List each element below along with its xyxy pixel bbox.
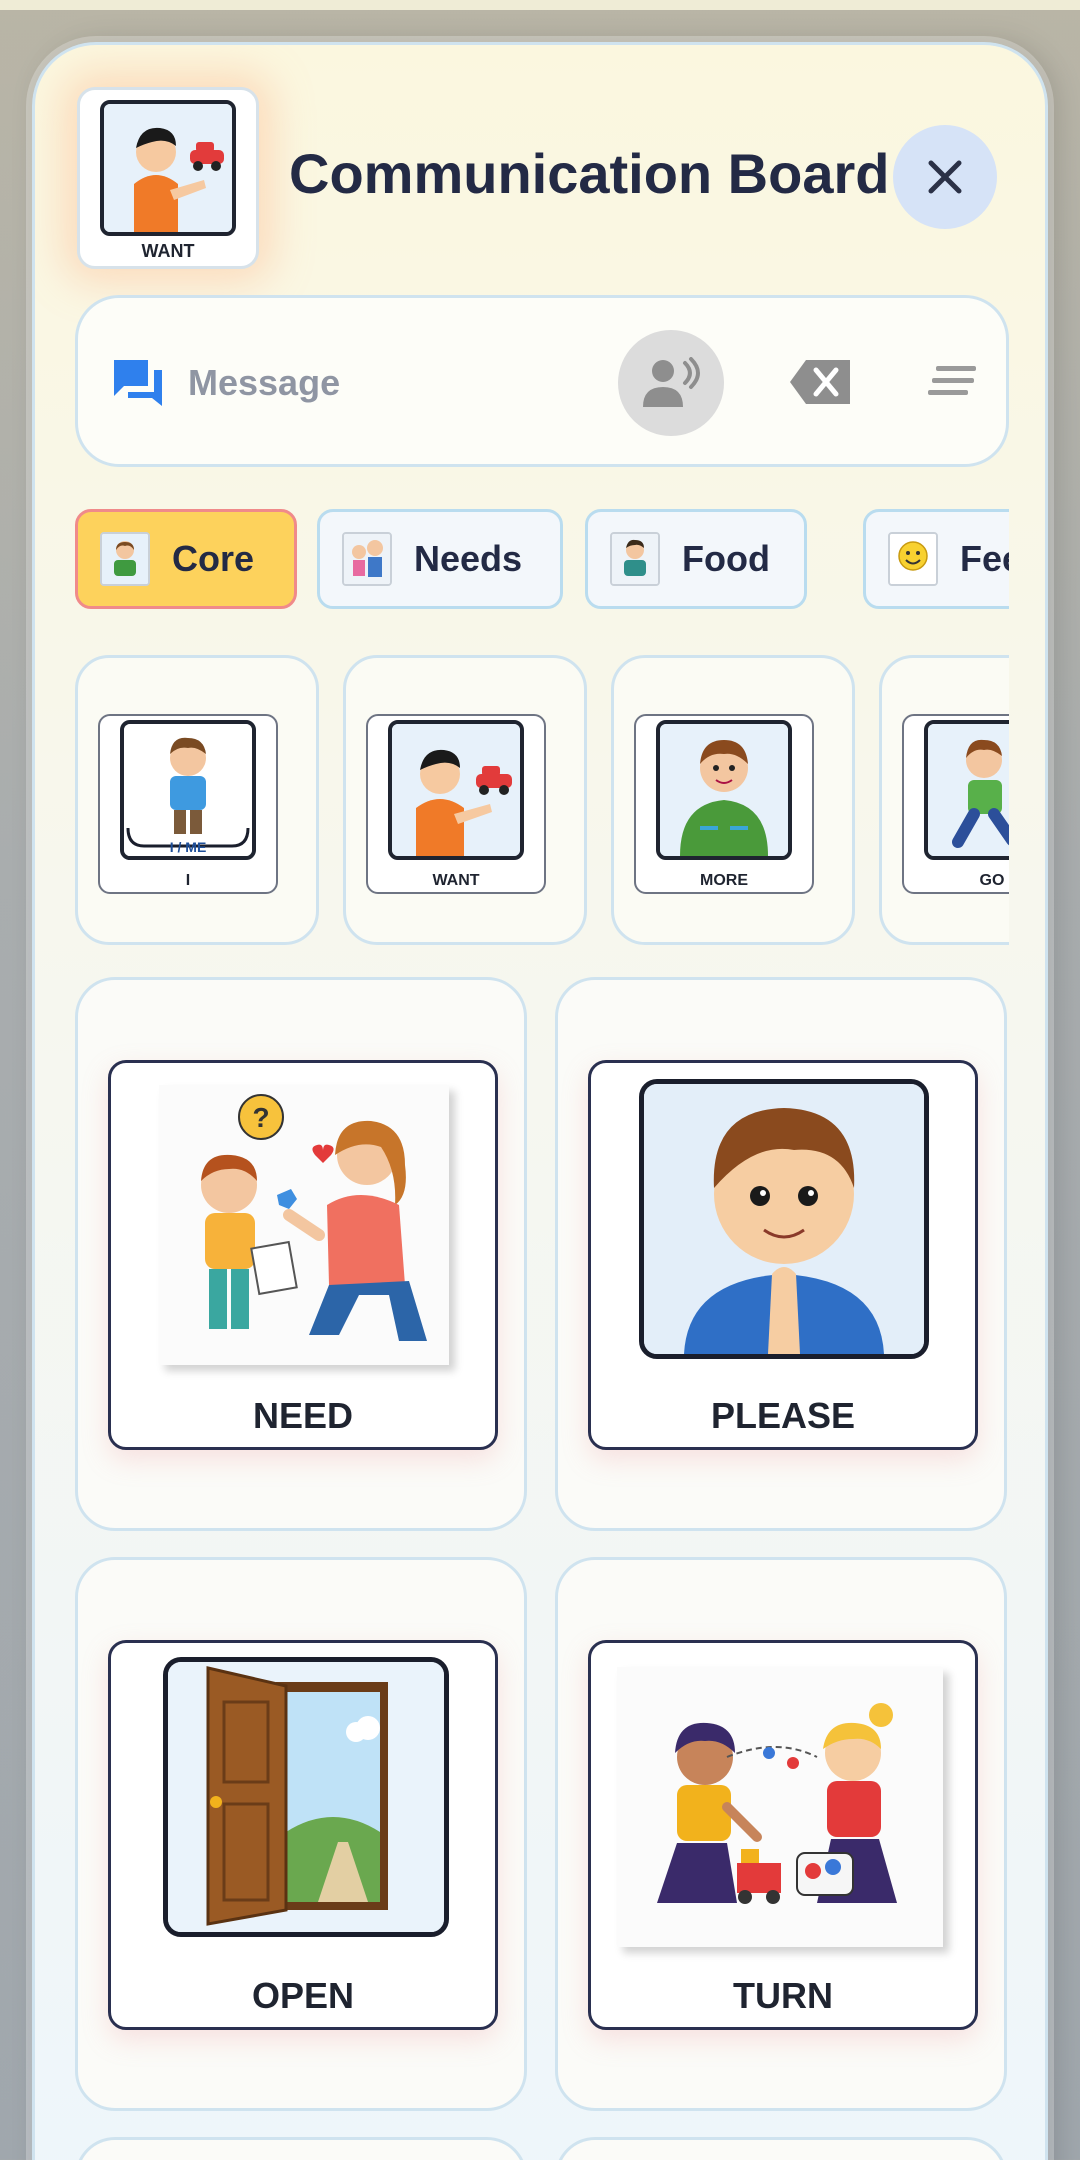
tab-label-needs: Needs (414, 538, 523, 579)
core-word-i[interactable]: I / ME I (75, 655, 319, 945)
category-tabs: Core Needs Food Feeli (75, 509, 1009, 613)
symbol-label: OPEN (251, 1975, 355, 2016)
symbol-label: PLEASE (710, 1395, 856, 1436)
tab-label-core: Core (172, 538, 255, 579)
symbol-card: OPEN (108, 1640, 498, 2030)
go-picture (924, 720, 1009, 860)
open-picture (163, 1657, 449, 1937)
message-bar[interactable]: Message (75, 295, 1009, 467)
symbol-tile-turn[interactable]: TURN (555, 1557, 1007, 2111)
speak-icon (643, 357, 700, 407)
core-word-more[interactable]: MORE (611, 655, 855, 945)
core-thumb-icon (100, 532, 150, 586)
tab-core[interactable]: Core (75, 509, 297, 609)
i-me-text: I / ME (170, 839, 207, 855)
symbol-tile-open[interactable]: OPEN (75, 1557, 527, 2111)
close-button[interactable] (893, 125, 997, 229)
i-me-picture: I / ME (120, 720, 256, 860)
backspace-icon[interactable] (788, 358, 852, 406)
tab-label-food: Food (682, 538, 770, 579)
communication-board-panel: WANT Communication Board Message Core Ne… (32, 42, 1048, 2160)
food-thumb-icon (610, 532, 660, 586)
page-title: Communication Board (289, 142, 890, 205)
symbol-card: I / ME I (98, 714, 278, 894)
symbol-tile-partial[interactable] (75, 2137, 527, 2160)
symbol-card: PLEASE (588, 1060, 978, 1450)
symbol-card: TURN (588, 1640, 978, 2030)
tab-needs[interactable]: Needs (317, 509, 563, 609)
selected-symbol-card[interactable]: WANT (77, 87, 259, 269)
svg-text:?: ? (252, 1102, 269, 1133)
core-words-row: I / ME I WANT MORE GO (75, 655, 1009, 947)
symbol-card: WANT (366, 714, 546, 894)
symbol-label: GO (979, 872, 1005, 889)
symbol-tile-need[interactable]: ? NEED (75, 977, 527, 1531)
symbol-label: I (185, 872, 191, 889)
menu-icon[interactable] (928, 364, 978, 398)
symbol-card: ? NEED (108, 1060, 498, 1450)
turn-picture (617, 1667, 943, 1947)
symbol-card: GO (902, 714, 1009, 894)
want-picture (388, 720, 524, 860)
symbol-card: MORE (634, 714, 814, 894)
tab-food[interactable]: Food (585, 509, 807, 609)
core-word-go[interactable]: GO (879, 655, 1009, 945)
speak-button[interactable] (618, 330, 724, 436)
symbol-tile-partial[interactable] (555, 2137, 1007, 2160)
status-strip (0, 0, 1080, 10)
symbol-label: WANT (432, 872, 480, 889)
symbol-tile-please[interactable]: PLEASE (555, 977, 1007, 1531)
needs-thumb-icon (342, 532, 392, 586)
symbol-label: NEED (252, 1395, 354, 1436)
close-icon (928, 160, 962, 194)
selected-symbol-label: WANT (141, 241, 195, 261)
message-input[interactable]: Message (188, 362, 340, 404)
tab-feelings[interactable]: Feeli (863, 509, 1009, 609)
please-picture (639, 1079, 929, 1359)
more-picture (656, 720, 792, 860)
feelings-thumb-icon (888, 532, 938, 586)
core-word-want[interactable]: WANT (343, 655, 587, 945)
symbol-label: TURN (733, 1975, 833, 2016)
symbol-label: MORE (700, 872, 748, 889)
need-picture: ? (159, 1085, 449, 1365)
chat-icon (114, 360, 162, 406)
tab-label-feelings: Feeli (960, 538, 1009, 579)
want-picture (100, 100, 236, 236)
